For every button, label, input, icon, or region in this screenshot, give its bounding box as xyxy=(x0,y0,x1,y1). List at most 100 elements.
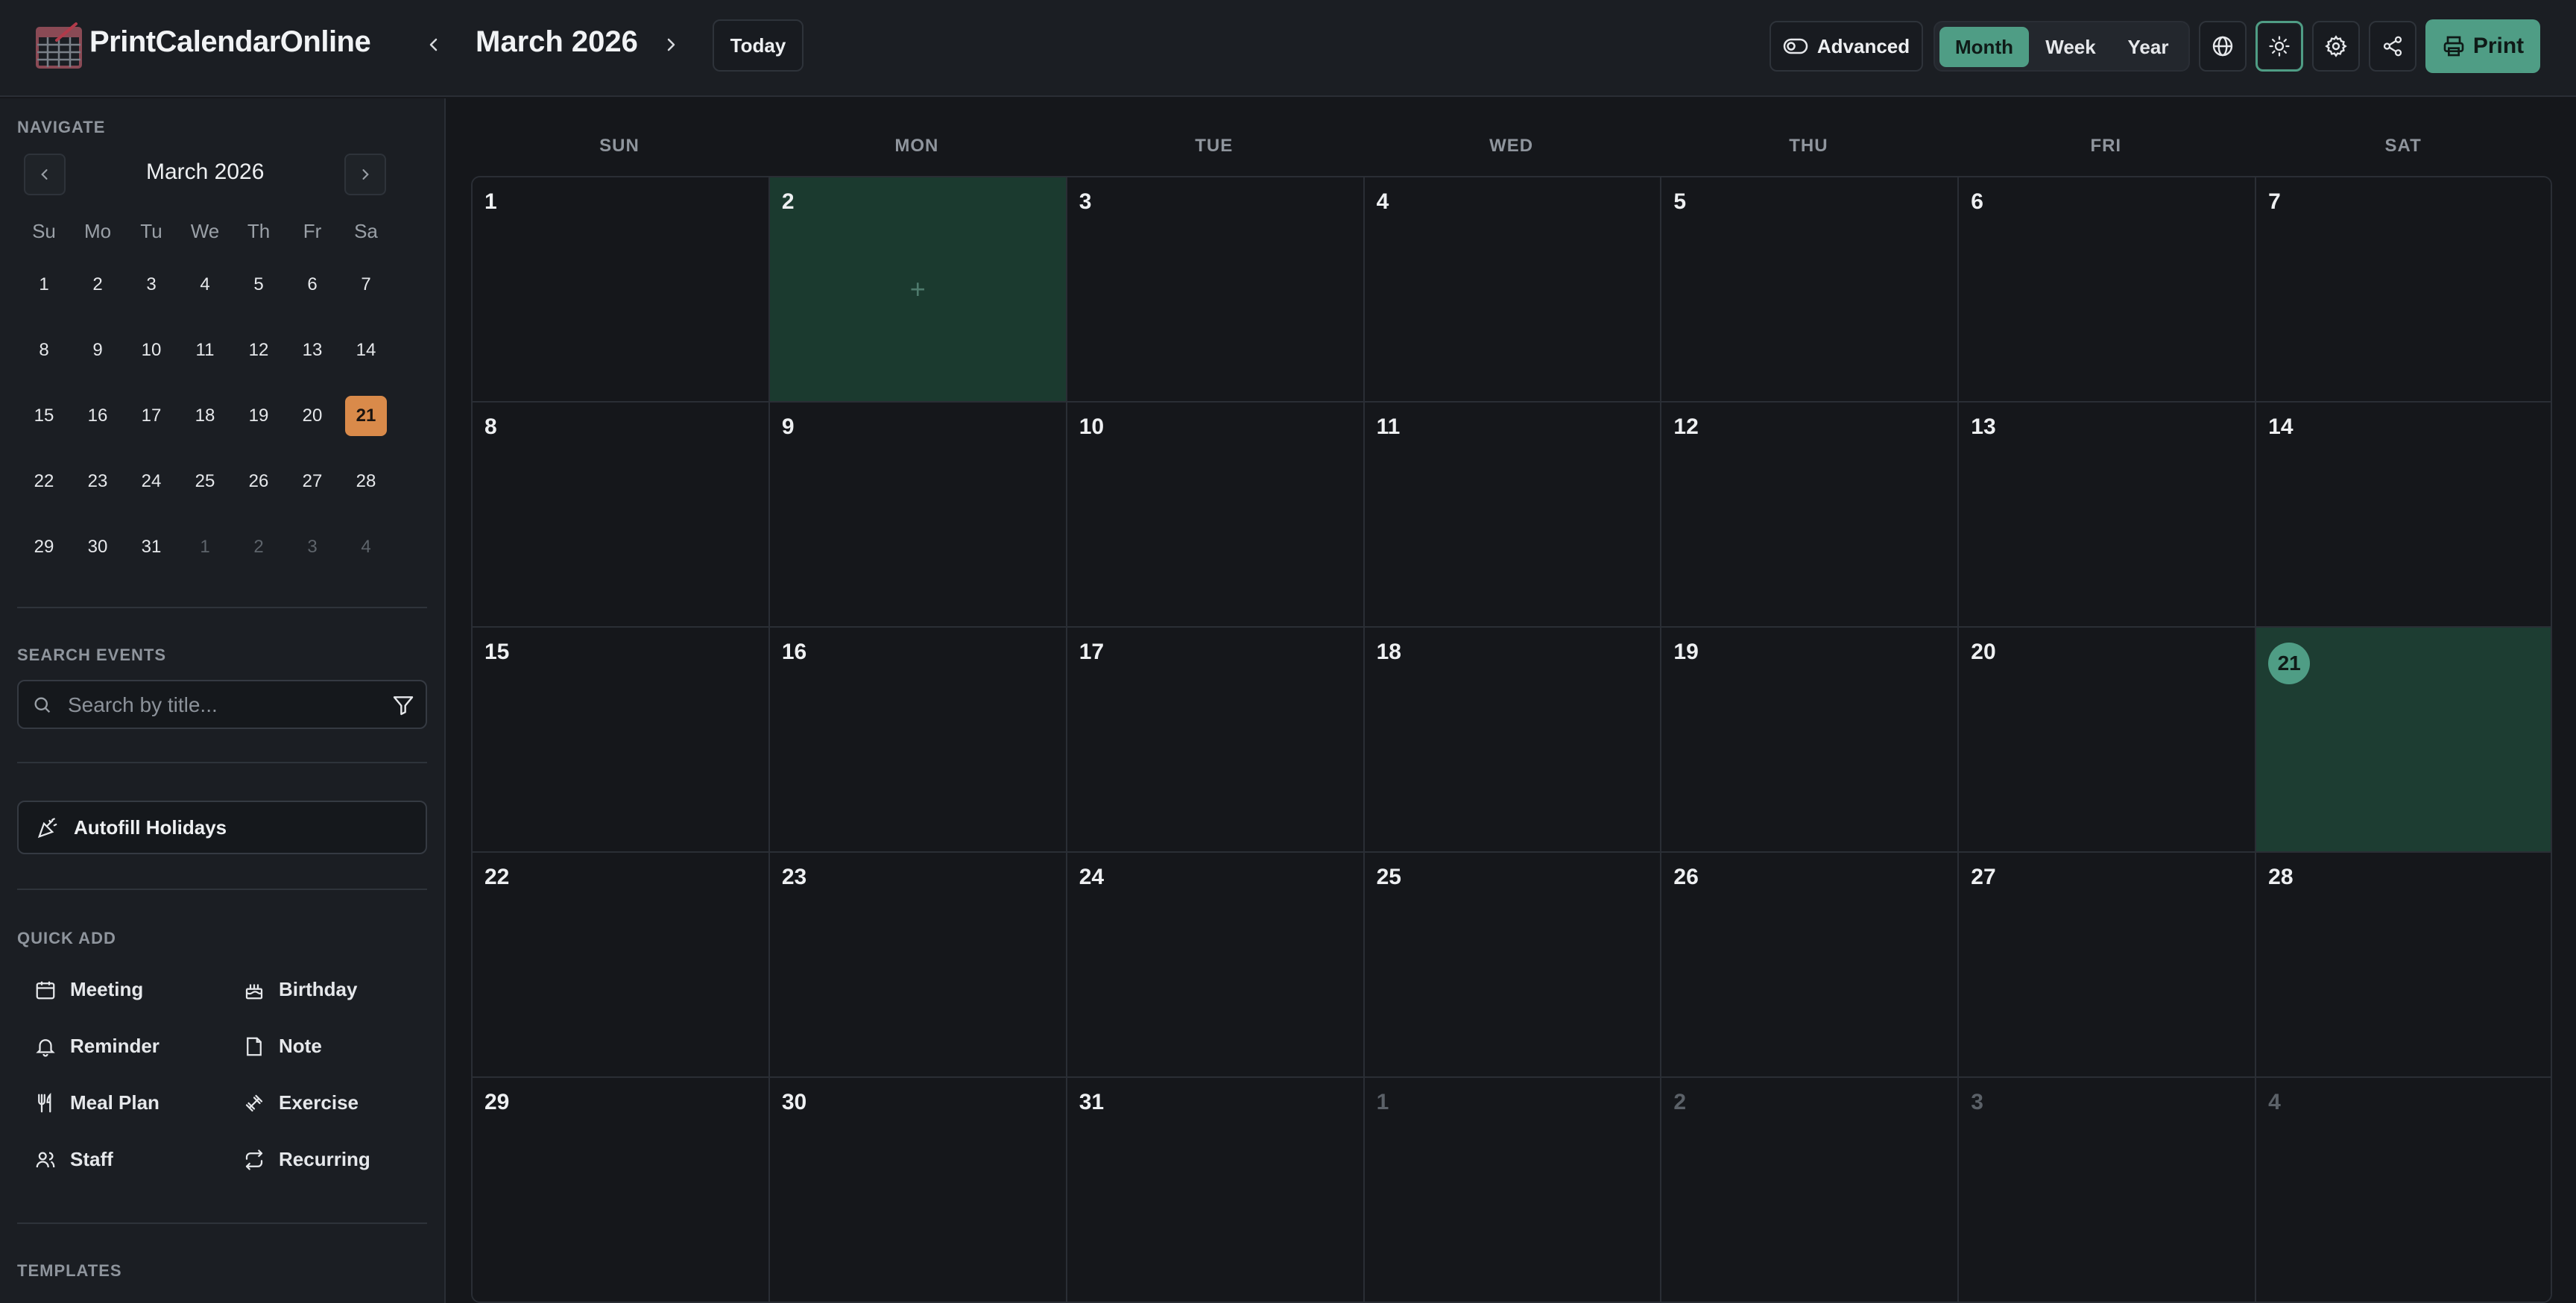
mini-day[interactable]: 19 xyxy=(232,406,285,426)
quick-add-recurring[interactable]: Recurring xyxy=(243,1148,370,1171)
quick-add-exercise[interactable]: Exercise xyxy=(243,1091,359,1114)
mini-day[interactable]: 23 xyxy=(71,471,124,492)
mini-day[interactable]: 6 xyxy=(285,274,339,295)
share-button[interactable] xyxy=(2369,21,2416,72)
mini-day[interactable]: 26 xyxy=(232,471,285,492)
mini-next-button[interactable] xyxy=(344,154,386,195)
mini-day[interactable]: 1 xyxy=(17,274,71,295)
mini-day[interactable]: 12 xyxy=(232,340,285,361)
day-cell-other-month[interactable]: 2 xyxy=(1661,1078,1960,1302)
day-cell[interactable]: 16 xyxy=(769,628,1067,853)
mini-day[interactable]: 25 xyxy=(178,471,232,492)
mini-prev-button[interactable] xyxy=(24,154,66,195)
day-cell-other-month[interactable]: 3 xyxy=(1959,1078,2257,1302)
mini-day[interactable]: 3 xyxy=(124,274,178,295)
day-cell[interactable]: 12 xyxy=(1661,403,1960,628)
mini-day[interactable]: 18 xyxy=(178,406,232,426)
theme-toggle-button[interactable] xyxy=(2255,21,2303,72)
mini-day[interactable]: 3 xyxy=(285,537,339,558)
day-cell[interactable]: 9 xyxy=(769,403,1067,628)
mini-day[interactable]: 4 xyxy=(339,537,393,558)
mini-day[interactable]: 5 xyxy=(232,274,285,295)
print-button[interactable]: Print xyxy=(2425,19,2540,73)
mini-day[interactable]: 30 xyxy=(71,537,124,558)
prev-month-button[interactable] xyxy=(417,28,450,61)
mini-day[interactable]: 29 xyxy=(17,537,71,558)
day-cell[interactable]: 28 xyxy=(2256,853,2551,1078)
quick-add-note[interactable]: Note xyxy=(243,1035,322,1058)
mini-day[interactable]: 17 xyxy=(124,406,178,426)
mini-day[interactable]: 21 xyxy=(339,396,393,436)
next-month-button[interactable] xyxy=(654,28,687,61)
day-cell[interactable]: 31 xyxy=(1067,1078,1365,1302)
day-cell[interactable]: 3 xyxy=(1067,177,1365,403)
quick-add-meal-plan[interactable]: Meal Plan xyxy=(34,1091,160,1114)
mini-day[interactable]: 9 xyxy=(71,340,124,361)
day-cell[interactable]: 29 xyxy=(473,1078,770,1302)
mini-day[interactable]: 20 xyxy=(285,406,339,426)
mini-day[interactable]: 24 xyxy=(124,471,178,492)
day-cell[interactable]: 8 xyxy=(473,403,770,628)
quick-add-reminder[interactable]: Reminder xyxy=(34,1035,160,1058)
day-cell[interactable]: 27 xyxy=(1959,853,2257,1078)
day-cell[interactable]: 23 xyxy=(769,853,1067,1078)
view-year-button[interactable]: Year xyxy=(2111,27,2185,67)
day-cell[interactable]: 4 xyxy=(1364,177,1662,403)
advanced-toggle-button[interactable]: Advanced xyxy=(1770,21,1923,72)
day-cell[interactable]: 30 xyxy=(769,1078,1067,1302)
day-cell[interactable]: 20 xyxy=(1959,628,2257,853)
quick-add-meeting[interactable]: Meeting xyxy=(34,978,143,1001)
mini-day[interactable]: 11 xyxy=(178,340,232,361)
search-section-label: SEARCH EVENTS xyxy=(17,646,167,664)
mini-day[interactable]: 2 xyxy=(232,537,285,558)
day-cell[interactable]: 26 xyxy=(1661,853,1960,1078)
day-cell[interactable]: 21 xyxy=(2256,628,2551,853)
quick-add-staff[interactable]: Staff xyxy=(34,1148,113,1171)
day-cell[interactable]: 2 + xyxy=(769,177,1067,403)
mini-day[interactable]: 10 xyxy=(124,340,178,361)
calendar-logo-icon[interactable] xyxy=(34,21,83,70)
mini-day[interactable]: 28 xyxy=(339,471,393,492)
brand-name[interactable]: PrintCalendarOnline xyxy=(89,25,371,59)
mini-day[interactable]: 27 xyxy=(285,471,339,492)
day-cell[interactable]: 15 xyxy=(473,628,770,853)
mini-day[interactable]: 14 xyxy=(339,340,393,361)
settings-button[interactable] xyxy=(2312,21,2360,72)
mini-day[interactable]: 2 xyxy=(71,274,124,295)
day-cell-other-month[interactable]: 4 xyxy=(2256,1078,2551,1302)
day-cell[interactable]: 10 xyxy=(1067,403,1365,628)
day-cell[interactable]: 18 xyxy=(1364,628,1662,853)
day-cell-other-month[interactable]: 1 xyxy=(1364,1078,1662,1302)
add-event-icon[interactable]: + xyxy=(910,274,926,305)
day-cell[interactable]: 1 xyxy=(473,177,770,403)
day-cell[interactable]: 7 xyxy=(2256,177,2551,403)
language-button[interactable] xyxy=(2199,21,2247,72)
filter-icon[interactable] xyxy=(391,693,415,717)
today-button[interactable]: Today xyxy=(713,19,804,72)
day-cell[interactable]: 6 xyxy=(1959,177,2257,403)
day-cell[interactable]: 19 xyxy=(1661,628,1960,853)
day-cell[interactable]: 13 xyxy=(1959,403,2257,628)
mini-day[interactable]: 16 xyxy=(71,406,124,426)
autofill-holidays-button[interactable]: Autofill Holidays xyxy=(17,801,427,854)
mini-day[interactable]: 31 xyxy=(124,537,178,558)
day-cell[interactable]: 11 xyxy=(1364,403,1662,628)
view-week-button[interactable]: Week xyxy=(2032,27,2109,67)
mini-day[interactable]: 13 xyxy=(285,340,339,361)
day-cell[interactable]: 22 xyxy=(473,853,770,1078)
mini-day[interactable]: 22 xyxy=(17,471,71,492)
search-input[interactable]: Search by title... xyxy=(17,680,427,729)
day-cell[interactable]: 5 xyxy=(1661,177,1960,403)
mini-day[interactable]: 1 xyxy=(178,537,232,558)
mini-day[interactable]: 15 xyxy=(17,406,71,426)
mini-day[interactable]: 7 xyxy=(339,274,393,295)
day-cell[interactable]: 14 xyxy=(2256,403,2551,628)
mini-day[interactable]: 8 xyxy=(17,340,71,361)
mini-selected-day[interactable]: 21 xyxy=(345,396,387,436)
quick-add-birthday[interactable]: Birthday xyxy=(243,978,357,1001)
day-cell[interactable]: 25 xyxy=(1364,853,1662,1078)
day-cell[interactable]: 24 xyxy=(1067,853,1365,1078)
day-cell[interactable]: 17 xyxy=(1067,628,1365,853)
mini-day[interactable]: 4 xyxy=(178,274,232,295)
view-month-button[interactable]: Month xyxy=(1939,27,2029,67)
